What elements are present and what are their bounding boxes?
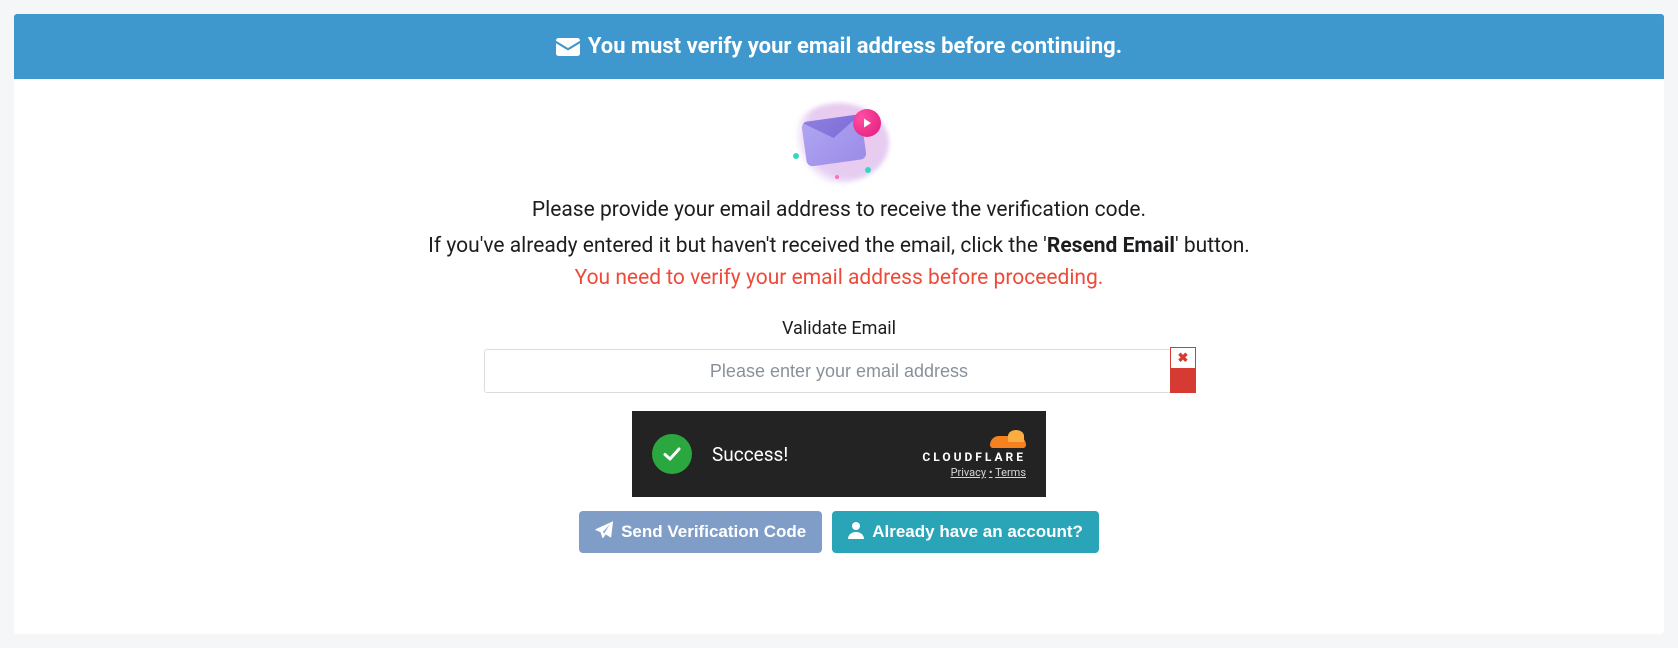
send-verification-button[interactable]: Send Verification Code	[579, 511, 822, 553]
input-error-indicator: ✖	[1170, 347, 1196, 393]
user-icon	[848, 521, 864, 544]
verify-email-card: You must verify your email address befor…	[14, 14, 1664, 634]
instruction-line-2-pre: If you've already entered it but haven't…	[428, 234, 1047, 258]
cloudflare-word: CLOUDFLARE	[922, 450, 1026, 464]
envelope-icon	[556, 34, 580, 59]
captcha-terms-link[interactable]: Terms	[995, 466, 1026, 479]
action-buttons: Send Verification Code Already have an a…	[44, 511, 1634, 553]
instruction-line-1: Please provide your email address to rec…	[44, 193, 1634, 229]
content-area: Please provide your email address to rec…	[14, 79, 1664, 634]
paper-plane-icon	[595, 521, 613, 544]
cloudflare-icon	[990, 430, 1026, 448]
verify-banner: You must verify your email address befor…	[14, 14, 1664, 79]
banner-text: You must verify your email address befor…	[588, 34, 1122, 59]
check-circle-icon	[652, 434, 692, 474]
email-input-wrap: ✖	[484, 349, 1194, 393]
resend-email-strong: Resend Email	[1047, 234, 1175, 258]
warning-text: You need to verify your email address be…	[44, 266, 1634, 290]
captcha-privacy-link[interactable]: Privacy	[951, 466, 987, 479]
email-illustration	[44, 103, 1634, 183]
already-have-account-button[interactable]: Already have an account?	[832, 511, 1099, 553]
send-button-label: Send Verification Code	[621, 522, 806, 542]
existing-account-label: Already have an account?	[872, 522, 1083, 542]
captcha-link-sep: •	[989, 466, 993, 479]
captcha-widget: Success! CLOUDFLARE Privacy • Terms	[632, 411, 1046, 497]
email-field-label: Validate Email	[44, 318, 1634, 339]
close-icon: ✖	[1171, 348, 1195, 368]
captcha-status: Success!	[712, 443, 922, 466]
captcha-links: Privacy • Terms	[951, 466, 1026, 479]
captcha-provider: CLOUDFLARE Privacy • Terms	[922, 430, 1026, 479]
instruction-line-2: If you've already entered it but haven't…	[44, 229, 1634, 265]
instruction-line-2-post: ' button.	[1175, 234, 1250, 258]
email-input[interactable]	[484, 349, 1194, 393]
